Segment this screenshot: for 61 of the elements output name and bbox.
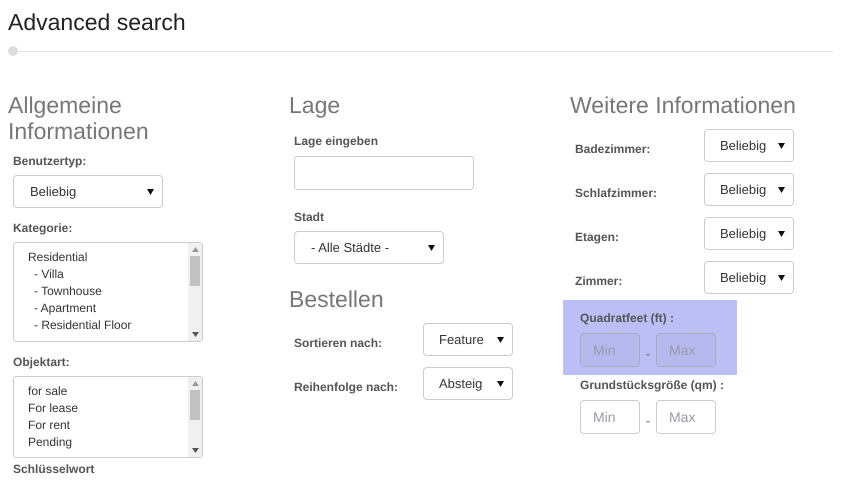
dropdown[interactable]: Beliebig [704, 217, 794, 250]
field-label: Lage eingeben [294, 134, 378, 148]
list-item[interactable]: - Villa [34, 267, 64, 281]
caret-icon [778, 186, 785, 192]
list-box[interactable]: Residential - Villa - Townhouse - Apartment - Residential Floor [13, 242, 203, 342]
dropdown[interactable]: - Alle Städte - [294, 231, 444, 264]
caret-icon [497, 380, 504, 386]
list-item[interactable]: - Apartment [34, 301, 96, 315]
field-label: Grundstücksgröße (qm) : [580, 378, 724, 392]
caret-icon [428, 244, 435, 250]
scroll-up-icon[interactable] [192, 247, 198, 252]
dropdown[interactable]: Beliebig [704, 173, 794, 206]
scroll-up-icon[interactable] [192, 381, 198, 386]
list-item[interactable]: For lease [28, 401, 78, 415]
section-heading: Weitere Informationen [570, 92, 796, 118]
caret-icon [497, 336, 504, 342]
list-item[interactable]: For rent [28, 418, 70, 432]
field-label: Schlüsselwort [13, 462, 94, 476]
max-input[interactable]: Max [656, 333, 716, 367]
scrollbar-thumb[interactable] [190, 390, 200, 420]
caret-icon [778, 230, 785, 236]
text-input[interactable] [294, 156, 474, 190]
caret-icon [778, 142, 785, 148]
field-label: Benutzertyp: [13, 154, 86, 168]
scrollbar[interactable] [188, 243, 202, 341]
dropdown[interactable]: Absteig [423, 367, 513, 400]
dropdown[interactable]: Beliebig [704, 129, 794, 162]
field-label: Etagen: [575, 230, 620, 244]
list-item[interactable]: for sale [28, 384, 68, 398]
list-box[interactable]: for sale For lease For rent Pending [13, 376, 203, 458]
page-title: Advanced search [8, 8, 186, 36]
min-input[interactable]: Min [580, 333, 640, 367]
section-heading: Bestellen [289, 286, 384, 312]
section-heading: Allgemeine Informationen [8, 92, 150, 144]
list-item[interactable]: Pending [28, 435, 72, 449]
field-label: Badezimmer: [575, 142, 650, 156]
range-separator: - [646, 414, 650, 428]
field-label: Stadt [294, 210, 324, 224]
scroll-down-icon[interactable] [192, 448, 198, 453]
dropdown[interactable]: Feature [423, 323, 513, 356]
dropdown[interactable]: Beliebig [704, 261, 794, 294]
list-item[interactable]: Residential [28, 250, 88, 264]
field-label: Kategorie: [13, 221, 72, 235]
caret-icon [778, 274, 785, 280]
max-input[interactable]: Max [656, 400, 716, 434]
field-label: Objektart: [13, 355, 70, 369]
section-heading: Lage [289, 92, 340, 118]
range-separator: - [646, 347, 650, 361]
scrollbar[interactable] [188, 377, 202, 457]
caret-icon [147, 188, 154, 194]
field-label: Schlafzimmer: [575, 186, 658, 200]
field-label: Quadratfeet (ft) : [580, 311, 674, 325]
list-item[interactable]: - Residential Floor [34, 318, 132, 332]
dropdown[interactable]: Beliebig [13, 175, 163, 208]
scrollbar-thumb[interactable] [190, 256, 200, 286]
field-label: Sortieren nach: [294, 336, 382, 350]
scroll-down-icon[interactable] [192, 332, 198, 337]
field-label: Zimmer: [575, 274, 622, 288]
min-input[interactable]: Min [580, 400, 640, 434]
list-item[interactable]: - Townhouse [34, 284, 102, 298]
field-label: Reihenfolge nach: [294, 380, 398, 394]
